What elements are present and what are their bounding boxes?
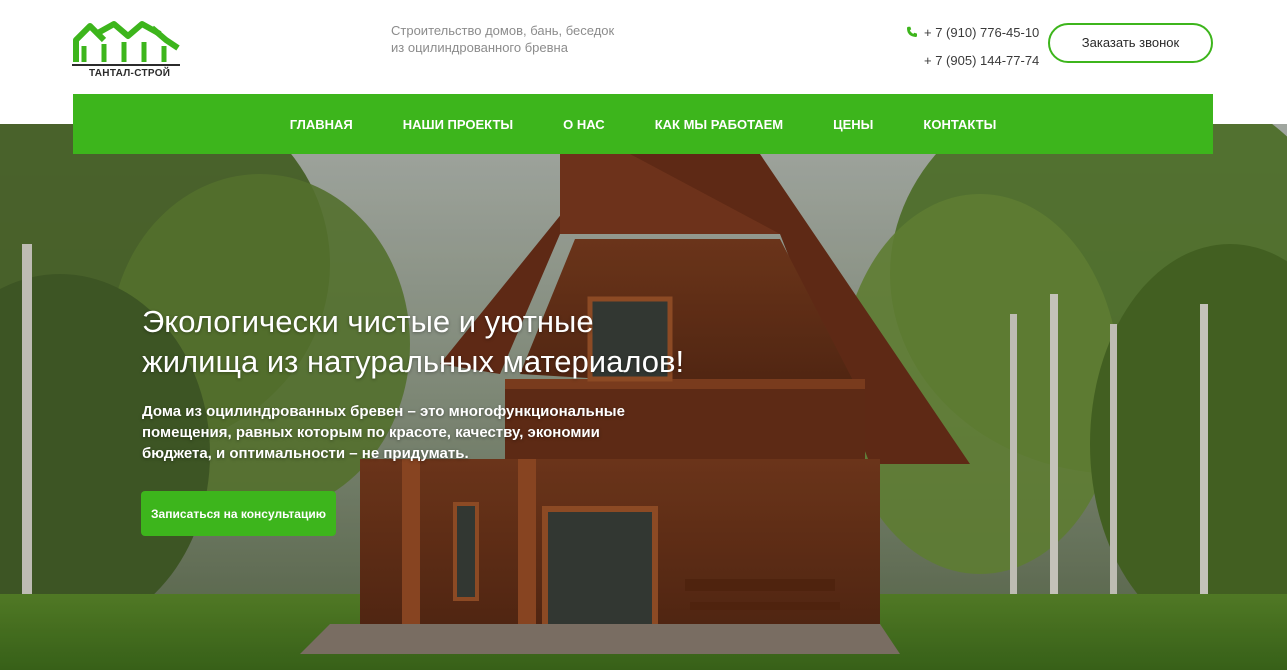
callback-button[interactable]: Заказать звонок [1048, 23, 1213, 63]
phone-block: + 7 (910) 776-45-10 + 7 (905) 144-77-74 [906, 24, 1039, 70]
hero-section [0, 124, 1287, 670]
main-nav: ГЛАВНАЯ НАШИ ПРОЕКТЫ О НАС КАК МЫ РАБОТА… [73, 94, 1213, 154]
hero-title-line-2: жилища из натуральных материалов! [142, 344, 685, 379]
hero-title-line-1: Экологически чистые и уютные [142, 304, 594, 339]
nav-item-projects[interactable]: НАШИ ПРОЕКТЫ [403, 117, 513, 132]
nav-item-contacts[interactable]: КОНТАКТЫ [923, 117, 996, 132]
phone-icon [907, 26, 917, 37]
hero-description: Дома из оцилиндрованных бревен – это мно… [142, 401, 662, 464]
hero-desc-line-3: бюджета, и оптимальности – не придумать. [142, 445, 469, 462]
tagline-line-1: Строительство домов, бань, беседок [391, 23, 615, 38]
hero-desc-line-2: помещения, равных которым по красоте, ка… [142, 424, 600, 441]
hero-desc-line-1: Дома из оцилиндрованных бревен – это мно… [142, 403, 625, 420]
phone-1[interactable]: + 7 (910) 776-45-10 [924, 25, 1039, 40]
nav-item-home[interactable]: ГЛАВНАЯ [290, 117, 353, 132]
phone-2[interactable]: + 7 (905) 144-77-74 [924, 53, 1039, 68]
houses-roofs-icon [72, 21, 180, 66]
logo[interactable]: ТАНТАЛ-СТРОЙ [72, 18, 182, 84]
nav-item-about[interactable]: О НАС [563, 117, 605, 132]
phone-row-2: + 7 (905) 144-77-74 [906, 52, 1039, 70]
tagline: Строительство домов, бань, беседок из оц… [391, 22, 614, 56]
hero-title: Экологически чистые и уютные жилища из н… [142, 302, 782, 382]
nav-item-how-we-work[interactable]: КАК МЫ РАБОТАЕМ [655, 117, 783, 132]
hero-overlay [0, 124, 1287, 670]
logo-text: ТАНТАЛ-СТРОЙ [89, 68, 171, 79]
tagline-line-2: из оцилиндрованного бревна [391, 40, 568, 55]
nav-item-prices[interactable]: ЦЕНЫ [833, 117, 873, 132]
phone-row-1: + 7 (910) 776-45-10 [906, 24, 1039, 42]
consultation-button[interactable]: Записаться на консультацию [141, 491, 336, 536]
